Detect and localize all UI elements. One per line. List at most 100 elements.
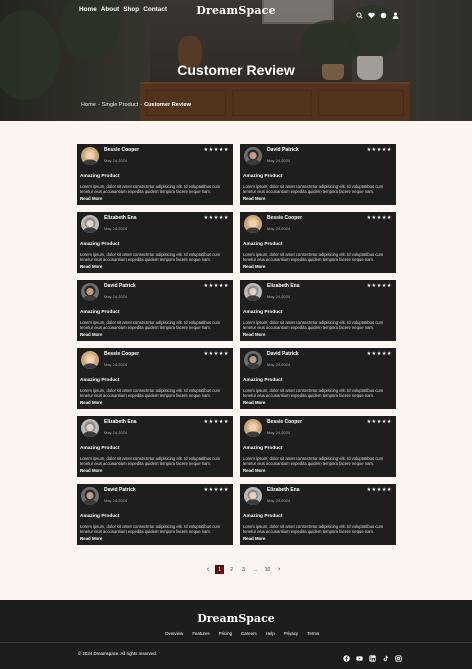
read-more-link[interactable]: Read More <box>243 536 265 541</box>
footer-link-features[interactable]: Features <box>192 631 209 636</box>
brand-logo[interactable]: DreamSpace <box>0 4 472 17</box>
avatar-man-icon <box>244 147 262 165</box>
avatar-woman-grey-icon <box>81 419 99 437</box>
footer-link-terms[interactable]: Terms <box>307 631 319 636</box>
nav-icons <box>356 6 399 19</box>
star-rating: ★★★★★ <box>203 215 229 221</box>
review-body: Lorem ipsum, dolor sit amet consectetur … <box>80 456 221 467</box>
review-card: Bessie Cooper May 24,2024 ★★★★★ Amazing Pro… <box>240 416 396 477</box>
user-icon[interactable] <box>392 6 399 19</box>
review-title: Amazing Product <box>243 514 283 519</box>
reviewer-name: Bessie Cooper <box>267 215 303 221</box>
tiktok-icon[interactable] <box>382 649 389 662</box>
review-title: Amazing Product <box>243 174 283 179</box>
review-date: May 24,2024 <box>267 158 291 163</box>
search-icon[interactable] <box>356 6 363 19</box>
footer-link-careers[interactable]: Careers <box>241 631 257 636</box>
read-more-link[interactable]: Read More <box>243 400 265 405</box>
page-title: Customer Review <box>177 62 295 78</box>
read-more-link[interactable]: Read More <box>80 196 102 201</box>
youtube-icon[interactable] <box>356 649 363 661</box>
review-title: Amazing Product <box>243 446 283 451</box>
reviewer-name: Elizabeth Ena <box>267 283 300 289</box>
footer-link-overview[interactable]: Overview <box>165 631 183 636</box>
page-3-button[interactable]: 3 <box>239 565 248 574</box>
review-date: May 24,2024 <box>104 294 128 299</box>
footer-link-help[interactable]: Help <box>266 631 275 636</box>
footer-link-pricing[interactable]: Pricing <box>219 631 232 636</box>
next-page-button[interactable]: › <box>275 566 283 573</box>
reviewer-name: Elizabeth Ena <box>267 487 300 493</box>
read-more-link[interactable]: Read More <box>80 332 102 337</box>
avatar-woman-blonde-icon <box>81 147 99 165</box>
review-date: May 24,2024 <box>267 226 291 231</box>
reviewer-name: David Patrick <box>267 147 299 153</box>
avatar-woman-grey-icon <box>244 283 262 301</box>
read-more-link[interactable]: Read More <box>243 468 265 473</box>
star-rating: ★★★★★ <box>203 147 229 153</box>
review-card: David Patrick May 24,2024 ★★★★★ Amazing Pro… <box>240 348 396 409</box>
read-more-link[interactable]: Read More <box>80 264 102 269</box>
social-links <box>343 649 402 662</box>
avatar-woman-blonde-icon <box>244 419 262 437</box>
avatar-woman-grey-icon <box>244 487 262 505</box>
heart-icon[interactable] <box>368 6 375 19</box>
read-more-link[interactable]: Read More <box>243 196 265 201</box>
read-more-link[interactable]: Read More <box>80 468 102 473</box>
review-date: May 24,2024 <box>267 430 291 435</box>
review-date: May 24,2024 <box>104 158 128 163</box>
review-body: Lorem ipsum, dolor sit amet consectetur … <box>80 252 221 263</box>
star-rating: ★★★★★ <box>203 351 229 357</box>
read-more-link[interactable]: Read More <box>243 264 265 269</box>
review-title: Amazing Product <box>80 378 120 383</box>
breadcrumb: Home - Single Product - Customer Review <box>81 102 192 108</box>
reviewer-name: David Patrick <box>104 487 136 493</box>
copyright-text: © 2024 Dreamspace. All rights reserved. <box>78 651 157 656</box>
review-title: Amazing Product <box>80 242 120 247</box>
read-more-link[interactable]: Read More <box>243 332 265 337</box>
review-body: Lorem ipsum, dolor sit amet consectetur … <box>243 524 384 535</box>
reviewer-name: Elizabeth Ena <box>104 419 137 425</box>
reviewer-name: David Patrick <box>104 283 136 289</box>
review-date: May 24,2024 <box>267 362 291 367</box>
review-date: May 24,2024 <box>104 498 128 503</box>
hero-banner: Home About Shop Contact DreamSpace Custo… <box>0 0 472 121</box>
read-more-link[interactable]: Read More <box>80 400 102 405</box>
reviewer-name: Elizabeth Ena <box>104 215 137 221</box>
star-rating: ★★★★★ <box>366 487 392 493</box>
review-title: Amazing Product <box>80 514 120 519</box>
facebook-icon[interactable] <box>343 649 350 662</box>
review-body: Lorem ipsum, dolor sit amet consectetur … <box>80 320 221 331</box>
avatar-woman-blonde-icon <box>244 215 262 233</box>
review-card: Bessie Cooper May 24,2024 ★★★★★ Amazing Pro… <box>77 144 233 205</box>
instagram-icon[interactable] <box>395 649 402 662</box>
linkedin-icon[interactable] <box>369 649 376 662</box>
page-10-button[interactable]: 10 <box>263 565 272 574</box>
review-title: Amazing Product <box>80 310 120 315</box>
footer-brand-logo[interactable]: DreamSpace <box>0 612 472 625</box>
page-1-button[interactable]: 1 <box>215 565 224 574</box>
star-rating: ★★★★★ <box>366 351 392 357</box>
avatar-man-icon <box>244 351 262 369</box>
star-rating: ★★★★★ <box>366 419 392 425</box>
star-rating: ★★★★★ <box>203 283 229 289</box>
review-date: May 24,2024 <box>104 362 128 367</box>
page-ellipsis: ... <box>253 566 258 573</box>
star-rating: ★★★★★ <box>203 487 229 493</box>
breadcrumb-current: Customer Review <box>144 102 192 108</box>
read-more-link[interactable]: Read More <box>80 536 102 541</box>
cart-icon[interactable] <box>380 6 387 19</box>
review-body: Lorem ipsum, dolor sit amet consectetur … <box>243 456 384 467</box>
star-rating: ★★★★★ <box>366 283 392 289</box>
page-2-button[interactable]: 2 <box>227 565 236 574</box>
breadcrumb-single-product[interactable]: Single Product <box>102 102 138 108</box>
review-title: Amazing Product <box>80 446 120 451</box>
review-body: Lorem ipsum, dolor sit amet consectetur … <box>243 320 384 331</box>
footer-link-privacy[interactable]: Privacy <box>284 631 298 636</box>
footer-divider <box>0 642 472 643</box>
star-rating: ★★★★★ <box>366 215 392 221</box>
review-body: Lorem ipsum, dolor sit amet consectetur … <box>80 388 221 399</box>
review-title: Amazing Product <box>243 310 283 315</box>
prev-page-button[interactable]: ‹ <box>204 566 212 573</box>
breadcrumb-home[interactable]: Home <box>81 102 96 108</box>
